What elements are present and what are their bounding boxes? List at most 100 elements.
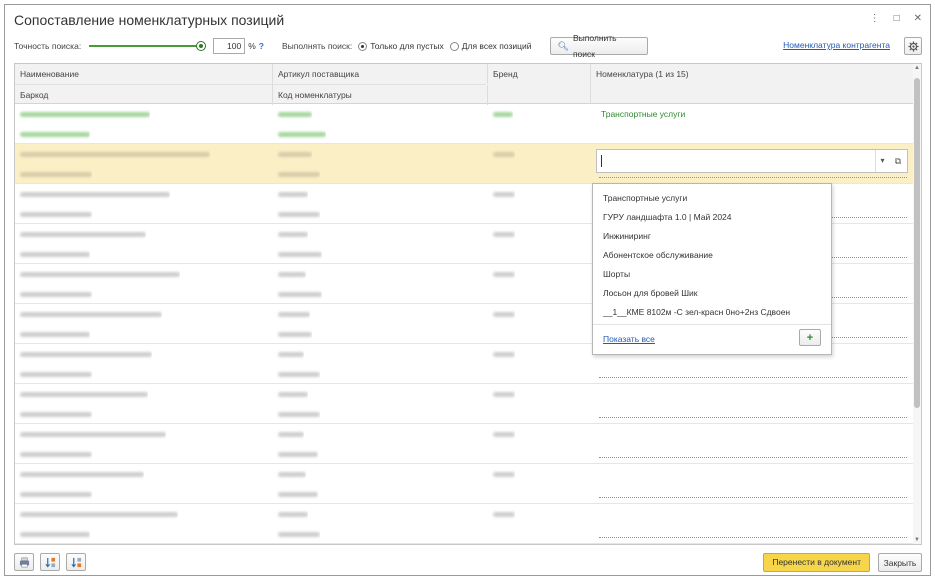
cell-nomenclature[interactable]	[596, 429, 908, 455]
col-nomenclature[interactable]: Номенклатура (1 из 15)	[591, 64, 915, 104]
cell-code	[273, 244, 322, 264]
show-all-link[interactable]: Показать все	[603, 334, 655, 344]
radio-only-empty[interactable]: Только для пустых	[358, 41, 444, 51]
cell-article	[273, 424, 304, 444]
redacted-text	[20, 112, 150, 118]
redacted-text	[20, 532, 90, 538]
table-row[interactable]	[15, 384, 913, 424]
redacted-text	[278, 172, 320, 178]
cell-brand	[488, 424, 515, 444]
required-underline	[599, 417, 907, 418]
radio-all-positions[interactable]: Для всех позиций	[449, 41, 532, 51]
open-icon[interactable]: ⧉	[891, 150, 905, 172]
required-underline	[599, 537, 907, 538]
redacted-text	[20, 292, 92, 298]
counterparty-nomenclature-link[interactable]: Номенклатура контрагента	[783, 40, 890, 50]
run-search-label: Выполнить поиск	[572, 33, 617, 59]
radio-checked-icon	[358, 41, 368, 51]
dropdown-item[interactable]: __1__КМЕ 8102м -С зел-красн 0но+2нз Сдво…	[603, 302, 790, 322]
accuracy-slider[interactable]	[89, 39, 207, 53]
cell-brand	[488, 144, 515, 164]
table-header: Наименование Баркод Артикул поставщика К…	[15, 64, 915, 105]
cell-code	[273, 404, 320, 424]
cell-brand	[488, 304, 515, 324]
more-icon[interactable]: ⋮	[870, 13, 880, 24]
redacted-text	[278, 332, 312, 338]
cell-code	[273, 204, 320, 224]
scroll-thumb[interactable]	[914, 78, 920, 408]
scroll-up-icon[interactable]: ▲	[913, 65, 921, 71]
table-row[interactable]: ▾ ⧉	[15, 144, 913, 184]
transfer-to-document-button[interactable]: Перенести в документ	[763, 553, 870, 572]
redacted-text	[493, 312, 515, 318]
table-row[interactable]: Транспортные услуги	[15, 104, 913, 144]
vertical-scrollbar[interactable]: ▲ ▼	[913, 64, 921, 544]
cell-name	[15, 184, 170, 204]
col-article[interactable]: Артикул поставщика	[273, 64, 488, 84]
sort-desc-button[interactable]	[66, 553, 86, 571]
sort-asc-button[interactable]	[40, 553, 60, 571]
redacted-text	[20, 452, 92, 458]
cell-brand	[488, 544, 515, 545]
match-window: Сопоставление номенклатурных позиций ⋮ □…	[4, 4, 931, 576]
redacted-text	[278, 252, 322, 258]
cell-article	[273, 184, 308, 204]
chevron-down-icon[interactable]: ▾	[875, 150, 889, 172]
table-row[interactable]	[15, 504, 913, 544]
dropdown-item[interactable]: ГУРУ ландшафта 1.0 | Май 2024	[603, 207, 732, 227]
col-code[interactable]: Код номенклатуры	[273, 85, 488, 105]
dropdown-divider	[593, 324, 831, 325]
col-brand[interactable]: Бренд	[488, 64, 591, 104]
search-icon: 🔍︎	[557, 41, 569, 51]
plus-icon: +	[806, 331, 814, 344]
table-row[interactable]	[15, 464, 913, 504]
sort-descending-icon	[70, 557, 81, 568]
cell-name	[15, 344, 152, 364]
header-divider	[15, 84, 486, 85]
accuracy-input[interactable]: 100	[213, 38, 246, 54]
redacted-text	[278, 532, 320, 538]
nomenclature-input[interactable]: ▾ ⧉	[596, 149, 908, 173]
redacted-text	[20, 172, 92, 178]
scroll-down-icon[interactable]: ▼	[913, 537, 921, 543]
redacted-text	[278, 292, 322, 298]
col-barcode[interactable]: Баркод	[15, 85, 273, 105]
col-name[interactable]: Наименование	[15, 64, 273, 84]
cell-brand	[488, 464, 515, 484]
redacted-text	[20, 212, 92, 218]
redacted-text	[493, 512, 515, 518]
redacted-text	[278, 472, 306, 478]
redacted-text	[278, 232, 308, 238]
required-underline	[599, 457, 907, 458]
cell-nomenclature[interactable]	[596, 469, 908, 495]
cell-nomenclature[interactable]: Транспортные услуги	[596, 104, 685, 124]
table-row[interactable]	[15, 544, 913, 545]
cell-article	[273, 224, 308, 244]
run-search-button[interactable]: 🔍︎ Выполнить поиск	[549, 33, 648, 59]
radio-only-empty-label: Только для пустых	[370, 41, 444, 51]
cell-code	[273, 364, 320, 384]
dropdown-item[interactable]: Абонентское обслуживание	[603, 245, 713, 265]
cell-article	[273, 344, 304, 364]
add-nomenclature-button[interactable]: +	[799, 329, 821, 346]
redacted-text	[20, 372, 92, 378]
report-button[interactable]	[14, 553, 34, 571]
maximize-icon[interactable]: □	[894, 13, 900, 24]
cell-nomenclature[interactable]	[596, 389, 908, 415]
dropdown-item[interactable]: Шорты	[603, 264, 630, 284]
help-icon[interactable]: ?	[259, 41, 264, 51]
dropdown-item[interactable]: Транспортные услуги	[603, 188, 687, 208]
cell-name	[15, 464, 144, 484]
cell-nomenclature[interactable]	[596, 509, 908, 535]
redacted-text	[278, 112, 312, 118]
slider-thumb[interactable]	[196, 41, 207, 51]
cell-name	[15, 544, 170, 545]
close-icon[interactable]: ✕	[914, 13, 922, 24]
dropdown-item[interactable]: Лосьон для бровей Шик	[603, 283, 698, 303]
table-row[interactable]	[15, 424, 913, 464]
accuracy-label: Точность поиска:	[14, 41, 82, 51]
settings-button[interactable]	[904, 37, 922, 55]
dropdown-item[interactable]: Инжиниринг	[603, 226, 651, 246]
redacted-text	[278, 412, 320, 418]
close-button[interactable]: Закрыть	[878, 553, 922, 572]
